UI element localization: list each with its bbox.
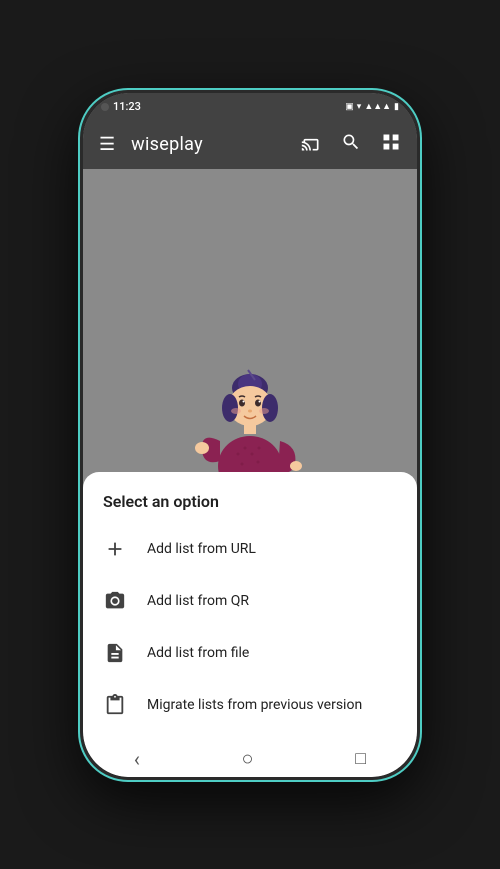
phone-frame: 11:23 ▣ ▾ ▲▲▲ ▮ ☰ wiseplay [80, 90, 420, 780]
phone-screen: 11:23 ▣ ▾ ▲▲▲ ▮ ☰ wiseplay [83, 93, 417, 777]
add-qr-item[interactable]: Add list from QR [83, 575, 417, 627]
camera-icon [103, 589, 127, 613]
home-button[interactable]: ○ [222, 740, 274, 777]
status-time: 11:23 [113, 100, 141, 113]
file-icon [103, 641, 127, 665]
bottom-sheet: Select an option Add list from URL [83, 472, 417, 741]
status-left: 11:23 [101, 100, 141, 113]
add-url-label: Add list from URL [147, 541, 256, 557]
volume-button [418, 213, 420, 243]
add-file-label: Add list from file [147, 645, 249, 661]
status-bar: 11:23 ▣ ▾ ▲▲▲ ▮ [83, 93, 417, 121]
app-bar: ☰ wiseplay [83, 121, 417, 169]
cast-icon[interactable] [297, 129, 325, 161]
grid-icon[interactable] [377, 128, 405, 161]
paste-icon [103, 693, 127, 717]
back-button[interactable]: ‹ [114, 741, 160, 777]
battery-icon: ▮ [394, 102, 399, 112]
wifi-icon: ▾ [357, 102, 362, 112]
migrate-label: Migrate lists from previous version [147, 697, 362, 713]
migrate-item[interactable]: Migrate lists from previous version [83, 679, 417, 731]
main-content: There are no available lists Select an o… [83, 169, 417, 741]
signal-icon: ▲▲▲ [364, 101, 391, 112]
status-icons: ▣ ▾ ▲▲▲ ▮ [345, 101, 399, 112]
add-qr-label: Add list from QR [147, 593, 249, 609]
search-icon[interactable] [337, 128, 365, 161]
camera-indicator [101, 103, 109, 111]
add-url-item[interactable]: Add list from URL [83, 523, 417, 575]
add-file-item[interactable]: Add list from file [83, 627, 417, 679]
bottom-sheet-title: Select an option [83, 492, 417, 523]
sim-icon: ▣ [345, 102, 354, 112]
plus-icon [103, 537, 127, 561]
app-title: wiseplay [131, 134, 285, 155]
nav-bar: ‹ ○ □ [83, 741, 417, 777]
menu-icon[interactable]: ☰ [95, 130, 119, 159]
recent-button[interactable]: □ [335, 742, 386, 775]
